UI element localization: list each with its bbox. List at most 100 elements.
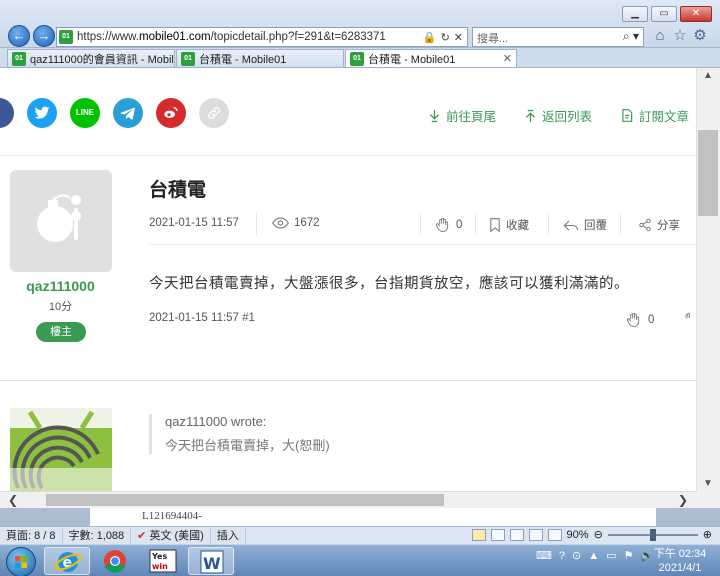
vertical-scrollbar[interactable]: ▲ ▼ [696,68,720,491]
network-icon[interactable]: ▭ [606,549,616,562]
maximize-button[interactable]: ▭ [651,6,677,22]
url-text: https://www.mobile01.com/topicdetail.php… [77,31,386,43]
divider [0,155,696,156]
search-icon[interactable]: ⌕ ▾ [623,29,639,44]
reply-button[interactable]: 回覆 [563,217,607,233]
favorites-star-icon[interactable]: ☆ [672,27,688,45]
stop-icon[interactable]: ✕ [454,31,463,44]
twitter-share-icon[interactable] [27,98,57,128]
insert-mode[interactable]: 插入 [211,528,246,543]
minimize-button[interactable]: ▁ [622,6,648,22]
zoom-level[interactable]: 90% [567,529,589,541]
chrome-icon [104,550,126,573]
spellcheck-icon: ✔ [137,529,147,542]
taskbar-chrome[interactable] [92,547,138,575]
scroll-thumb[interactable] [698,130,718,216]
scroll-down-icon[interactable]: ▼ [703,478,713,489]
reply-arrow-icon [563,219,579,231]
divider [420,213,421,235]
outline-view-icon[interactable] [528,528,543,541]
quote-author: qaz111000 wrote: [165,414,267,429]
back-to-list-link[interactable]: 返回列表 [524,106,592,125]
svg-text:win: win [152,562,168,571]
author-avatar[interactable] [10,170,112,272]
view-count: 1672 [272,217,320,229]
close-tab-icon[interactable]: ✕ [503,52,512,65]
show-hidden-icons-icon[interactable]: ▲ [588,550,599,562]
tray-icon[interactable]: ⊙ [572,549,581,562]
word-count[interactable]: 字數: 1,088 [63,528,132,543]
default-avatar-bomb-icon [37,194,81,242]
taskbar-yeswin[interactable]: Yes win [140,547,186,575]
keyboard-icon[interactable]: ⌨ [536,549,552,562]
draft-view-icon[interactable] [547,528,562,541]
scroll-left-icon[interactable]: ❮ [8,493,18,507]
zoom-in-icon[interactable]: ⊕ [703,528,712,541]
windows-logo-icon [15,556,27,568]
flag-icon[interactable]: ⚑ [624,549,634,562]
tab-favicon-icon: 01 [181,51,195,66]
divider [149,244,696,245]
footer-more-icon[interactable] [682,311,696,330]
tab-tsmc-active[interactable]: 01 台積電 - Mobile01 ✕ [345,49,517,67]
taskbar-word[interactable]: W [188,547,234,575]
browser-chrome: ▁ ▭ ✕ ← → 01 https://www.mobile01.com/to… [0,0,720,48]
yeswin-icon: Yeswin [149,549,177,573]
go-to-last-page-link[interactable]: 前往頁尾 [428,106,496,125]
search-input[interactable]: 搜尋... ⌕ ▾ [472,27,644,47]
subscribe-link[interactable]: 訂閱文章 [620,106,689,125]
bookmark-icon [490,218,500,232]
share-icon [639,218,651,232]
horizontal-scrollbar[interactable]: ❮ ❯ [0,491,696,508]
help-icon[interactable]: ? [559,550,565,562]
system-tray: ⌨ ? ⊙ ▲ ▭ ⚑ 🔈 [536,549,654,563]
divider [620,213,621,235]
start-button[interactable] [6,547,36,576]
language-indicator[interactable]: ✔ 英文 (美國) [131,528,211,543]
taskbar-clock[interactable]: 下午 02:34 2021/4/1 [648,547,712,575]
share-button[interactable]: 分享 [638,217,680,233]
reading-view-icon[interactable] [490,528,505,541]
home-icon[interactable]: ⌂ [652,27,668,45]
zoom-slider[interactable] [607,528,698,541]
close-window-button[interactable]: ✕ [680,6,712,22]
zoom-out-icon[interactable]: ⊖ [594,528,603,541]
tab-favicon-icon: 01 [12,51,26,66]
settings-gear-icon[interactable]: ⚙ [692,27,708,45]
telegram-share-icon[interactable] [113,98,143,128]
reply-author-avatar[interactable] [10,408,112,491]
back-button[interactable]: ← [8,25,30,47]
bookmark-button[interactable]: 收藏 [489,217,529,233]
scroll-up-icon[interactable]: ▲ [703,70,713,81]
footer-like-button[interactable]: 0 [626,312,654,328]
tab-tsmc-1[interactable]: 01 台積電 - Mobile01 [176,49,344,67]
eye-icon [272,217,289,229]
scroll-thumb[interactable] [46,494,444,506]
tab-bar: 01 qaz111000的會員資訊 - Mobil... 01 台積電 - Mo… [0,48,720,68]
word-document-page[interactable]: L121694404- [90,508,656,526]
divider [475,213,476,235]
quote-text: 今天把台積電賣掉，大(恕刪) [165,438,330,453]
author-username[interactable]: qaz111000 [0,278,121,294]
word-icon: W [200,550,224,574]
facebook-share-icon[interactable] [0,98,14,128]
like-button[interactable]: 0 [435,217,462,233]
divider [548,213,549,235]
zoom-slider-knob[interactable] [649,528,656,541]
scroll-right-icon[interactable]: ❯ [678,493,688,507]
refresh-icon[interactable]: ↻ [441,31,450,44]
svg-text:Yes: Yes [151,552,167,561]
line-share-icon[interactable]: LINE [70,98,100,128]
weibo-share-icon[interactable] [156,98,186,128]
page-count[interactable]: 頁面: 8 / 8 [0,528,63,543]
divider [256,213,257,235]
print-layout-view-icon[interactable] [471,528,486,541]
forward-button[interactable]: → [33,25,55,47]
tab-member-info[interactable]: 01 qaz111000的會員資訊 - Mobil... [7,49,175,67]
svg-text:W: W [203,554,221,573]
taskbar-internet-explorer[interactable]: e [44,547,90,575]
copy-link-icon[interactable] [199,98,229,128]
address-bar[interactable]: 01 https://www.mobile01.com/topicdetail.… [56,27,468,47]
quote-block: qaz111000 wrote: 今天把台積電賣掉，大(恕刪) [149,414,330,454]
web-layout-view-icon[interactable] [509,528,524,541]
